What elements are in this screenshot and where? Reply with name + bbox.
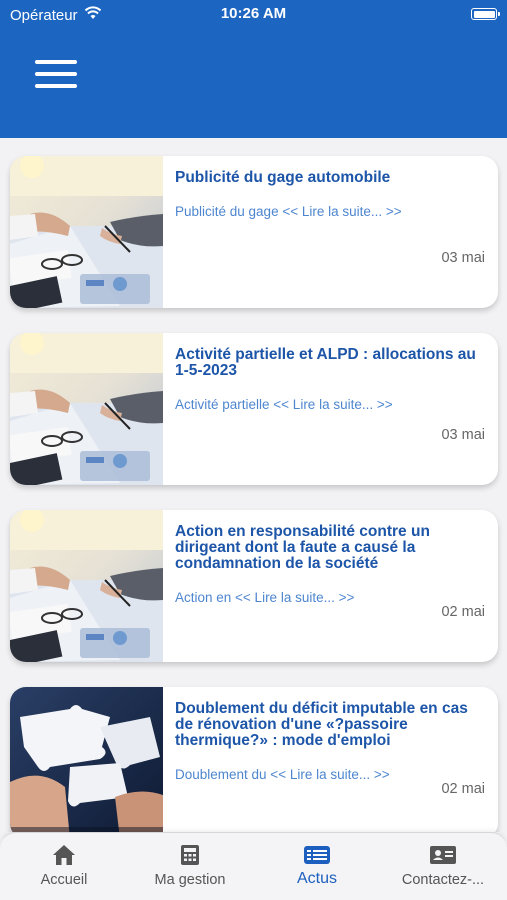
bottom-tab-bar: Accueil Ma gestion Actus Contactez-... [0, 832, 507, 900]
news-feed[interactable]: Publicité du gage automobile Publicité d… [0, 138, 507, 832]
puzzle-pieces-photo [10, 687, 163, 832]
contact-card-icon [383, 843, 503, 867]
tab-label: Accueil [40, 872, 88, 888]
article-title: Doublement du déficit imputable en cas d… [175, 700, 468, 749]
article-date: 02 mai [441, 604, 485, 620]
office-meeting-photo [10, 510, 163, 662]
status-time: 10:26 AM [220, 5, 287, 22]
article-title: Action en responsabilité contre un dirig… [175, 523, 430, 572]
article-excerpt[interactable]: Action en << Lire la suite... >> [175, 590, 486, 605]
home-icon [4, 843, 124, 867]
calculator-icon [130, 843, 250, 867]
article-excerpt[interactable]: Publicité du gage << Lire la suite... >> [175, 204, 486, 219]
article-title: Activité partielle et ALPD : allocations… [175, 346, 476, 379]
article-card[interactable]: Publicité du gage automobile Publicité d… [10, 156, 498, 308]
tab-contactez[interactable]: Contactez-... [383, 843, 503, 888]
tab-ma-gestion[interactable]: Ma gestion [130, 843, 250, 888]
article-card[interactable]: Activité partielle et ALPD : allocations… [10, 333, 498, 485]
tab-label: Ma gestion [154, 872, 226, 888]
article-excerpt[interactable]: Doublement du << Lire la suite... >> [175, 767, 486, 782]
article-card[interactable]: Action en responsabilité contre un dirig… [10, 510, 498, 662]
news-list-icon [257, 843, 377, 867]
battery-icon [471, 8, 500, 20]
hamburger-menu-icon[interactable] [35, 58, 77, 90]
office-meeting-photo [10, 333, 163, 485]
tab-accueil[interactable]: Accueil [4, 843, 124, 888]
tab-label: Actus [296, 870, 337, 887]
article-title: Publicité du gage automobile [175, 169, 391, 186]
office-meeting-photo [10, 156, 163, 308]
article-date: 02 mai [441, 781, 485, 797]
tab-actus[interactable]: Actus [257, 843, 377, 888]
app-header: Opérateur 10:26 AM [0, 0, 507, 138]
article-card[interactable]: Doublement du déficit imputable en cas d… [10, 687, 498, 832]
status-bar: Opérateur 10:26 AM [0, 0, 507, 30]
article-date: 03 mai [441, 250, 485, 266]
tab-label: Contactez-... [401, 872, 485, 888]
article-excerpt[interactable]: Activité partielle << Lire la suite... >… [175, 397, 486, 412]
article-date: 03 mai [441, 427, 485, 443]
